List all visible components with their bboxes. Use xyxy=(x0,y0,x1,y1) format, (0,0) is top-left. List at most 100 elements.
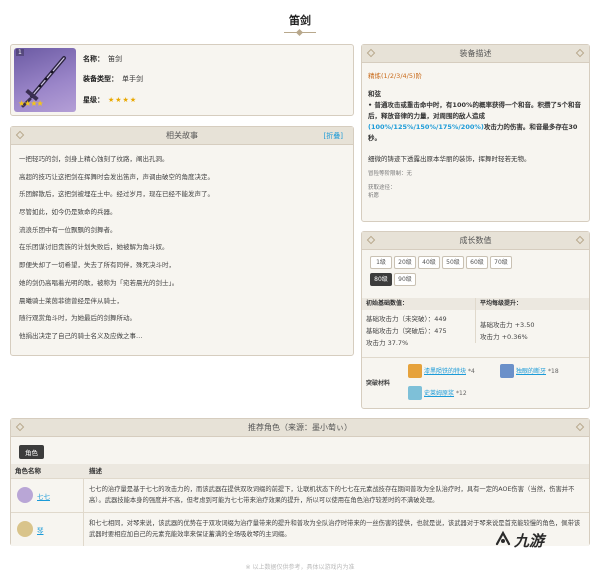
weapon-info-card: 1 ★★★★ 名称： 笛剑 装备类型： 单手剑 星级： ★★★★ xyxy=(10,44,354,116)
star-row: 星级： ★★★★ xyxy=(83,95,137,105)
level-button[interactable]: 40级 xyxy=(418,256,440,269)
skill-name: 和弦 xyxy=(368,90,381,98)
character-name-link[interactable]: 琴 xyxy=(37,525,44,535)
broken-fang-icon xyxy=(500,364,514,378)
story-line: 尽管如此，如今仍是致命的兵器。 xyxy=(19,208,117,217)
material-name[interactable]: 独眼的断牙 xyxy=(516,368,546,375)
base-stats-header: 初始基础数值： xyxy=(362,298,475,310)
column-divider xyxy=(83,479,84,512)
material-item[interactable]: 漆黑陨铁的特块 *4 xyxy=(408,364,475,378)
col-name-header: 角色名称 xyxy=(15,467,41,475)
equipment-description-panel: 装备描述 精炼(1/2/3/4/5)阶 和弦 • 普通攻击或重击命中时，有100… xyxy=(361,44,590,222)
story-line: 她的剑仍高唱着光明的歌，被称为「宛若晨光的剑士」。 xyxy=(19,278,179,287)
growth-stats-header: 平均每级提升： xyxy=(476,298,589,310)
skill-values: (100%/125%/150%/175%/200%) xyxy=(368,123,484,131)
stat-line: 基础攻击力 +3.50 xyxy=(480,321,535,329)
refine-level: 精炼(1/2/3/4/5)阶 xyxy=(368,72,423,80)
level-selector: 1级 20级 40级 50级 60级 70级 80级 90级 xyxy=(362,250,589,294)
stat-line: 基础攻击力（未突破）：449 xyxy=(366,315,447,323)
panel-header: 成长数值 xyxy=(362,232,589,250)
material-name[interactable]: 史莱姆原浆 xyxy=(424,390,454,397)
stat-line: 基础攻击力（突破后）：475 xyxy=(366,327,447,335)
name-value: 笛剑 xyxy=(108,55,122,63)
story-line: 流浪乐团中有一位飘飘的剑舞者。 xyxy=(19,225,117,234)
story-line: 晨曦骑士莱茵菲德曾经是伴从骑士， xyxy=(19,296,123,305)
character-name-link[interactable]: 七七 xyxy=(37,491,50,501)
material-item[interactable]: 史莱姆原浆 *12 xyxy=(408,386,467,400)
jiuyou-logo-icon xyxy=(495,530,511,546)
story-line: 在乐团谋讨旧贵族的计划失败后，她被解为角斗奴。 xyxy=(19,243,169,252)
corner-ornament-icon xyxy=(575,422,585,432)
story-line: 高超的技巧让这把剑在挥舞时会发出笛声，声调由破空的角度决定。 xyxy=(19,172,214,181)
material-count: *18 xyxy=(548,367,559,375)
type-row: 装备类型： 单手剑 xyxy=(83,74,143,84)
stat-line: 攻击力 +0.36% xyxy=(480,333,528,341)
stat-line: 攻击力 37.7% xyxy=(366,339,409,347)
story-line: 即便失却了一切希望，失去了所有同伴，殊死决斗时， xyxy=(19,261,175,270)
title-ornament xyxy=(284,30,316,36)
materials-row: 突破材料 漆黑陨铁的特块 *4 独眼的断牙 *18 史莱姆原浆 *12 xyxy=(362,357,589,409)
character-description: 七七的治疗量是基于七七的攻击力的，而该武器在提供双攻词缀的前提下，让联机状态下的… xyxy=(89,486,575,504)
corner-ornament-icon xyxy=(15,130,25,140)
col-desc-header: 描述 xyxy=(89,467,102,475)
skill-description: • 普通攻击或重击命中时，有100%的概率获得一个和音。积攒了5个和音后，释放音… xyxy=(368,100,583,144)
story-line: 随行观赏角斗时，为她最后的剑舞所动。 xyxy=(19,314,136,323)
material-count: *12 xyxy=(456,389,467,397)
level-button[interactable]: 90级 xyxy=(394,273,416,286)
corner-ornament-icon xyxy=(575,235,585,245)
material-name[interactable]: 漆黑陨铁的特块 xyxy=(424,368,466,375)
panel-header: 相关故事 [折叠] xyxy=(11,127,353,145)
desc-title: 装备描述 xyxy=(459,49,492,58)
source-value: 祈愿 xyxy=(368,193,380,199)
star-label: 星级： xyxy=(83,96,104,104)
name-label: 名称： xyxy=(83,55,104,63)
watermark: 九游 xyxy=(514,532,545,550)
recommended-characters-panel: 推荐角色（来源：墨小萄ぃ） 角色 角色名称 描述 七七 七七的治疗量是基于七七的… xyxy=(10,418,590,546)
role-tag-button[interactable]: 角色 xyxy=(19,445,44,459)
story-panel: 相关故事 [折叠] 一把轻巧的剑，剑身上精心蚀刻了纹路，阐出孔洞。 高超的技巧让… xyxy=(10,126,354,356)
growth-title: 成长数值 xyxy=(459,236,492,245)
panel-header: 装备描述 xyxy=(362,45,589,63)
name-row: 名称： 笛剑 xyxy=(83,54,122,64)
source-label: 获取途径： xyxy=(368,185,396,191)
flavor-text: 细微的铸迹下透露出原本华丽的装饰，挥舞时轻若无物。 xyxy=(368,155,531,163)
footer-note: ※ 以上数据仅供参考，具体以游戏内为准 xyxy=(245,564,355,571)
table-header: 角色名称 描述 xyxy=(11,464,589,478)
slime-icon xyxy=(408,386,422,400)
corner-ornament-icon xyxy=(366,48,376,58)
panel-header: 推荐角色（来源：墨小萄ぃ） xyxy=(11,419,589,437)
avatar xyxy=(17,521,33,537)
level-limit: 冒险等阶限制：无 xyxy=(368,171,413,177)
recommend-title: 推荐角色（来源：墨小萄ぃ） xyxy=(248,423,352,432)
material-count: *4 xyxy=(468,367,475,375)
page-title: 笛剑 xyxy=(289,14,311,27)
story-title: 相关故事 xyxy=(166,131,198,140)
level-button[interactable]: 1级 xyxy=(370,256,392,269)
story-line: 他捐出决定了自己的骑士名义及应做之事… xyxy=(19,331,143,340)
type-value: 单手剑 xyxy=(122,75,143,83)
level-button-active[interactable]: 80级 xyxy=(370,273,392,286)
story-collapse-toggle[interactable]: [折叠] xyxy=(324,127,343,145)
avatar xyxy=(17,487,33,503)
corner-ornament-icon xyxy=(575,48,585,58)
growth-values-panel: 成长数值 1级 20级 40级 50级 60级 70级 80级 90级 初始基础数值： 基础… xyxy=(361,231,590,409)
star-value: ★★★★ xyxy=(108,96,138,104)
corner-ornament-icon xyxy=(366,235,376,245)
base-stats: 初始基础数值： 基础攻击力（未突破）：449 基础攻击力（突破后）：475 攻击… xyxy=(362,298,475,349)
level-button[interactable]: 50级 xyxy=(442,256,464,269)
corner-ornament-icon xyxy=(15,422,25,432)
level-button[interactable]: 20级 xyxy=(394,256,416,269)
weapon-stars: ★★★★ xyxy=(18,99,44,108)
skill-pre: • 普通攻击或重击命中时，有100%的概率获得一个和音。积攒了5个和音后，释放音… xyxy=(368,101,582,120)
level-button[interactable]: 60级 xyxy=(466,256,488,269)
column-divider xyxy=(83,513,84,546)
table-row: 七七 七七的治疗量是基于七七的攻击力的，而该武器在提供双攻词缀的前提下，让联机状… xyxy=(11,478,589,512)
iron-chunk-icon xyxy=(408,364,422,378)
type-label: 装备类型： xyxy=(83,75,118,83)
story-line: 乐团解散后，这把剑被埋在土中。经过岁月，现在已经不能发声了。 xyxy=(19,190,214,199)
materials-label: 突破材料 xyxy=(366,380,391,387)
growth-stats: 平均每级提升： 基础攻击力 +3.50 攻击力 +0.36% xyxy=(475,298,589,343)
material-item[interactable]: 独眼的断牙 *18 xyxy=(500,364,559,378)
weapon-icon: 1 ★★★★ xyxy=(14,48,76,112)
level-button[interactable]: 70级 xyxy=(490,256,512,269)
